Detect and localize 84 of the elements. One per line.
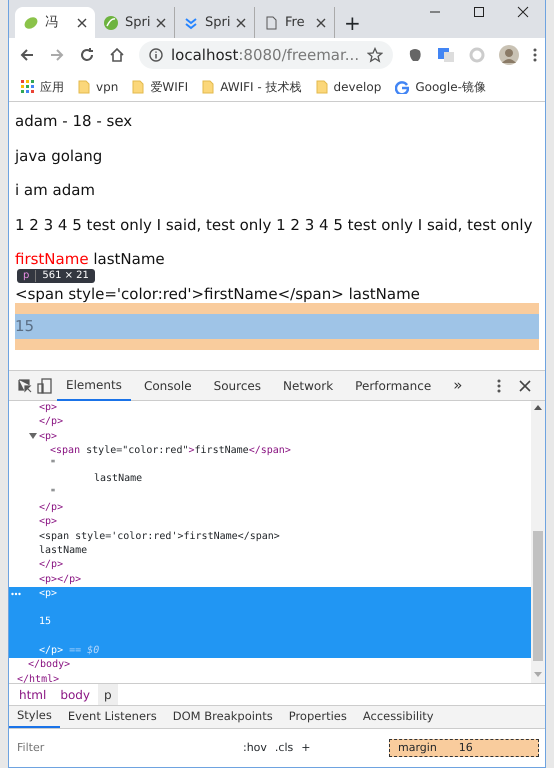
dom-node[interactable]: <span style="color:red">firstName</span> <box>9 444 531 458</box>
apps-icon <box>21 80 34 93</box>
close-icon[interactable] <box>517 6 529 18</box>
add-rule-button[interactable]: + <box>301 740 310 756</box>
folder-icon <box>132 80 144 94</box>
new-tab-button[interactable]: + <box>343 12 362 34</box>
maximize-icon[interactable] <box>473 6 485 18</box>
device-icon[interactable] <box>37 378 53 394</box>
first-name-word: firstName <box>15 250 89 268</box>
bookmark[interactable]: vpn <box>78 78 118 96</box>
dom-line[interactable]: </body> <box>9 658 531 673</box>
folder-icon <box>202 80 214 94</box>
expanded-arrow-icon[interactable] <box>29 432 37 440</box>
address-bar[interactable]: localhost:8080/freemar... <box>139 41 394 69</box>
paragraph: i am adam <box>15 181 96 199</box>
paragraph: firstName lastName <box>15 250 166 268</box>
paragraph: java golang <box>15 146 104 164</box>
panel-tab[interactable]: Styles <box>9 706 60 728</box>
tab-title: Fre <box>285 14 306 32</box>
paragraph: <span style='color:red'>firstName</span> lastName <box>15 284 421 302</box>
bookmark[interactable]: 应用 <box>21 78 64 96</box>
dom-line[interactable]: <p> <box>9 430 531 444</box>
dom-node[interactable]: <p></p> <box>9 572 531 587</box>
close-icon[interactable] <box>156 18 166 28</box>
browser-tab[interactable]: Fre <box>255 7 335 38</box>
bookmark[interactable]: AWIFI - 技术栈 <box>202 78 302 96</box>
tab-title: 冯 <box>45 14 59 32</box>
paragraph: 1 2 3 4 5 test only I said, test only 1 2 3 4 5 test only I said, test only <box>15 216 534 234</box>
dom-line[interactable]: </p> <box>9 501 531 516</box>
menu-icon[interactable] <box>497 378 501 392</box>
panel-tab[interactable]: DOM Breakpoints <box>164 706 281 728</box>
breadcrumb[interactable]: p <box>98 684 118 705</box>
dom-line[interactable]: </html> <box>9 672 531 683</box>
close-icon[interactable] <box>316 18 326 28</box>
scroll-up-icon[interactable] <box>534 405 542 410</box>
star-icon[interactable] <box>367 47 384 63</box>
avatar-icon[interactable] <box>499 45 520 65</box>
home-icon[interactable] <box>109 47 125 63</box>
tab-title: Spri <box>125 14 150 32</box>
scrollbar[interactable] <box>531 401 545 683</box>
bookmark[interactable]: 爱WIFI <box>132 78 188 96</box>
paragraph: adam - 18 - sex <box>15 112 134 130</box>
element-tooltip: p 561 × 21 <box>17 269 95 283</box>
dom-node[interactable]: " <box>9 486 531 502</box>
browser-tab[interactable]: 冯 <box>15 7 95 38</box>
devtools-tab[interactable]: Sources <box>204 370 270 400</box>
leaf-icon <box>23 14 39 30</box>
dom-node[interactable]: <p> <span style='color:red'>firstName</span> lastName </p> <box>9 515 531 573</box>
dom-node[interactable]: <p> </p> <box>9 401 531 430</box>
highlighted-paragraph: 15 <box>15 303 539 350</box>
panel-tab[interactable]: Properties <box>280 706 355 728</box>
browser-tab[interactable]: Spri <box>175 7 255 38</box>
bookmark[interactable]: develop <box>316 78 382 96</box>
back-icon[interactable] <box>19 47 35 63</box>
devtools-tab[interactable]: Elements <box>57 370 131 400</box>
breadcrumb[interactable]: body <box>54 684 96 705</box>
box-model: margin 16 <box>389 738 539 758</box>
devtools-tab[interactable]: Console <box>134 370 201 400</box>
close-icon[interactable] <box>236 18 246 28</box>
bookmark[interactable]: Google-镜像 <box>395 78 486 96</box>
reload-icon[interactable] <box>79 47 95 63</box>
tab-title: Spri <box>205 14 230 32</box>
panel-tab[interactable]: Accessibility <box>354 706 442 728</box>
more-tabs-button[interactable]: » <box>444 370 472 400</box>
close-icon[interactable] <box>519 380 531 392</box>
leaf-circle-icon <box>103 14 119 30</box>
dom-node[interactable]: " <box>9 458 531 472</box>
close-icon[interactable] <box>77 18 87 28</box>
menu-icon[interactable] <box>533 47 538 63</box>
browser-tab[interactable]: Spri <box>95 7 175 38</box>
more-icon[interactable] <box>11 592 21 596</box>
breadcrumb[interactable]: html <box>13 684 52 705</box>
inspect-icon[interactable] <box>17 378 33 394</box>
panel-tab[interactable]: Event Listeners <box>60 706 165 728</box>
class-button[interactable]: .cls <box>274 740 294 756</box>
devtools-tab[interactable]: Network <box>274 370 342 400</box>
info-icon <box>149 48 163 62</box>
dom-node[interactable]: lastName <box>9 472 531 487</box>
url-text: localhost:8080/freemar... <box>171 44 360 66</box>
hover-state-button[interactable]: :hov <box>243 740 267 756</box>
devtools-tab[interactable]: Performance <box>346 370 440 400</box>
folder-icon <box>316 80 328 94</box>
folder-icon <box>78 80 90 94</box>
google-icon <box>395 80 410 94</box>
